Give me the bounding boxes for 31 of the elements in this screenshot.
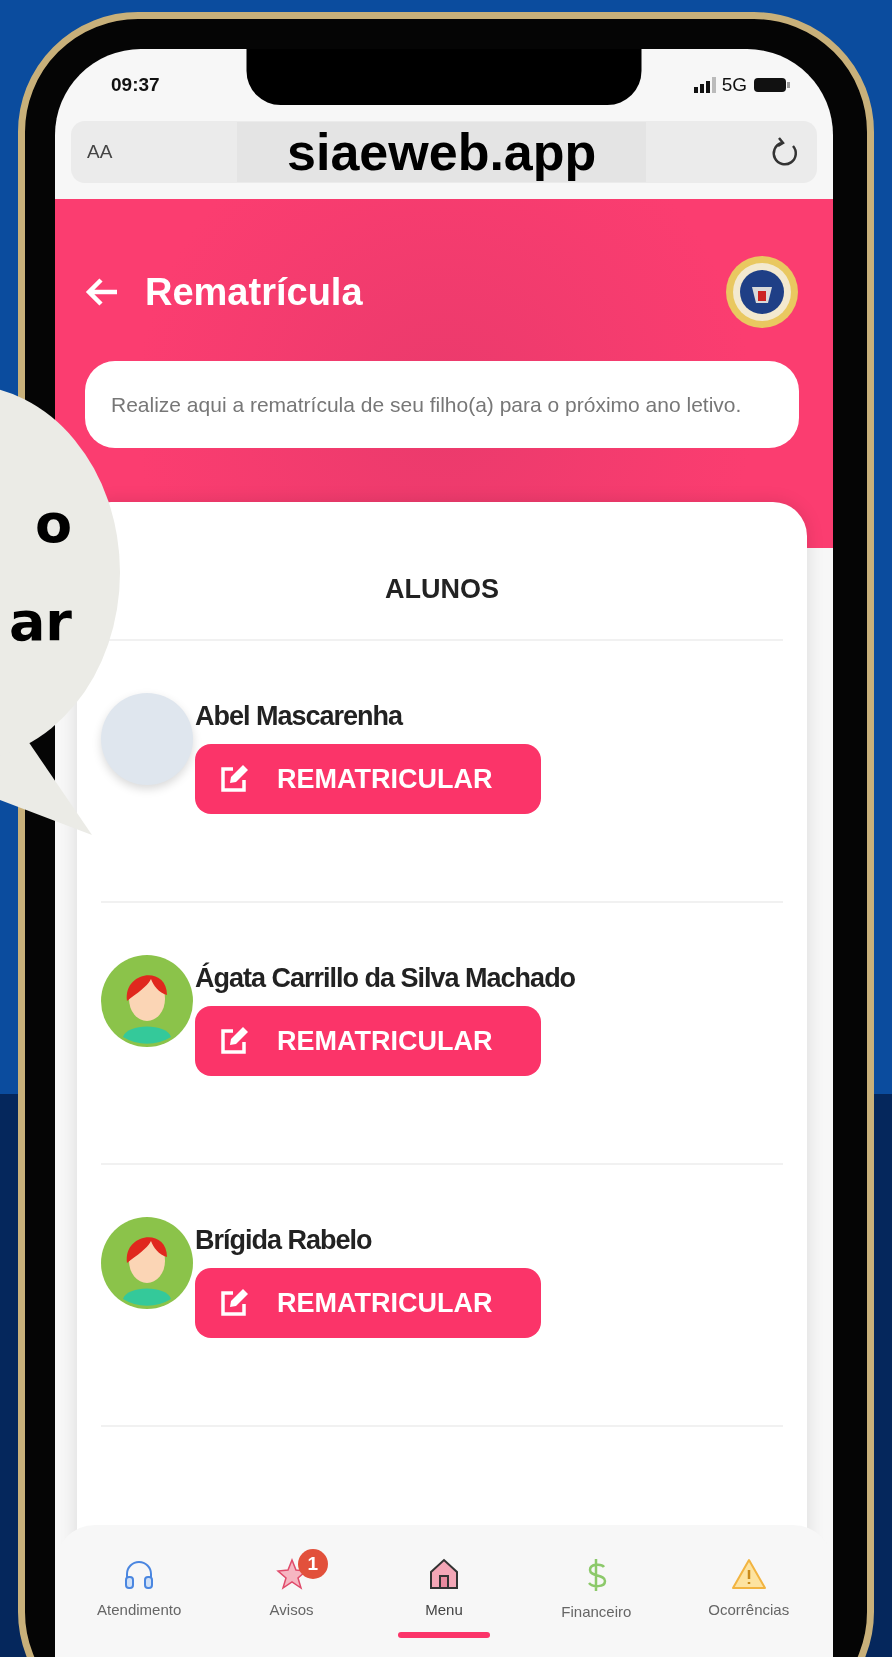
seal-icon (725, 255, 799, 329)
warning-icon (729, 1557, 768, 1591)
nav-tab[interactable]: Menu (391, 1549, 496, 1657)
student-name: Brígida Rabelo (195, 1225, 373, 1257)
nav-tab[interactable]: Financeiro (544, 1549, 649, 1657)
nav-tab[interactable]: Atendimento (87, 1549, 192, 1657)
bubble-text: ar (8, 588, 72, 655)
back-arrow-icon[interactable] (85, 277, 119, 307)
url-text: siaeweb.app (237, 122, 647, 182)
signal-icon (693, 77, 716, 93)
edit-icon (219, 764, 249, 795)
address-bar[interactable]: AA siaeweb.app (71, 121, 817, 183)
avatar-icon (101, 955, 193, 1048)
intro-text: Realize aqui a rematrícula de seu filho(a) para o próximo ano letivo. (85, 361, 799, 449)
notification-badge: 1 (297, 1549, 328, 1579)
nav-tab[interactable]: Ocorrências (696, 1549, 801, 1657)
student-name: Abel Mascarenha (195, 701, 404, 733)
rematricular-button[interactable]: REMATRICULAR (195, 1268, 541, 1339)
rematricular-button[interactable]: REMATRICULAR (195, 1006, 541, 1077)
avatar-icon (101, 1217, 193, 1310)
edit-icon (219, 1288, 249, 1319)
battery-icon (753, 76, 791, 94)
page-title: Rematrícula (145, 270, 363, 314)
bubble-text: o (34, 491, 72, 558)
rematricular-button[interactable]: REMATRICULAR (195, 744, 541, 815)
status-time: 09:37 (111, 74, 160, 96)
network-label: 5G (721, 74, 747, 96)
text-size-button[interactable]: AA (87, 141, 113, 163)
student-name: Ágata Carrillo da Silva Machado (195, 963, 576, 995)
nav-tab[interactable]: 1 Avisos (239, 1549, 344, 1657)
edit-icon (219, 1026, 249, 1057)
